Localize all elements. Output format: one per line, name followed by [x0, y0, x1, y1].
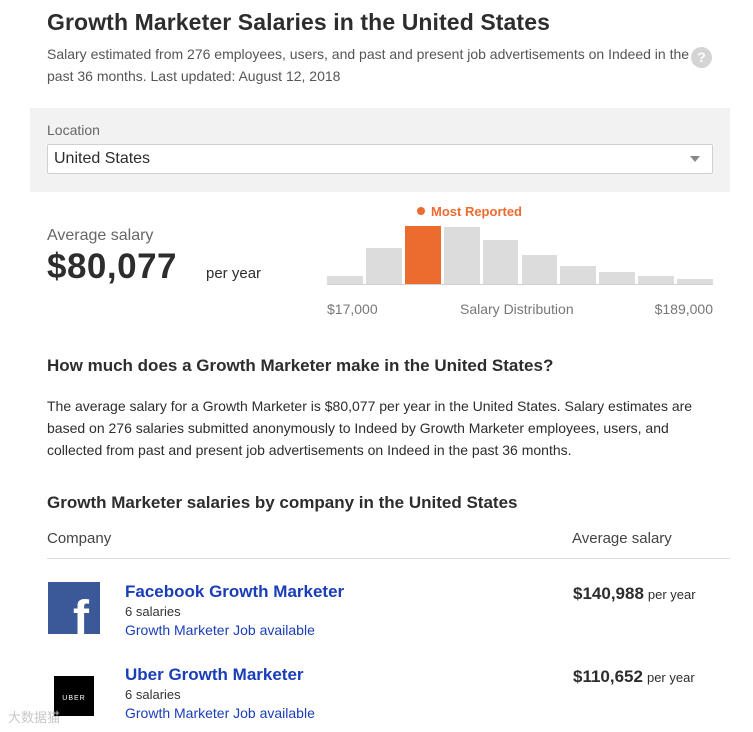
average-salary-unit: per year [206, 265, 262, 282]
histogram-bar [638, 276, 675, 284]
histogram-bar-most-reported [404, 226, 441, 284]
location-panel: Location United States [30, 108, 730, 192]
max-salary-label: $189,000 [654, 301, 713, 317]
company-jobs-link[interactable]: Growth Marketer Job available [125, 622, 315, 638]
explanation-heading: How much does a Growth Marketer make in … [47, 356, 554, 375]
most-reported-text: Most Reported [431, 204, 522, 219]
company-link-facebook[interactable]: Facebook Growth Marketer [125, 582, 344, 602]
location-value: United States [54, 150, 151, 167]
salary-page: Growth Marketer Salaries in the United S… [0, 0, 753, 732]
min-salary-label: $17,000 [327, 301, 378, 317]
explanation-body: The average salary for a Growth Marketer… [47, 398, 693, 458]
company-row-facebook: f Facebook Growth Marketer 6 salaries Gr… [47, 582, 730, 642]
company-salary-amount: $110,652 [573, 667, 643, 686]
most-reported-dot-icon [417, 207, 425, 215]
watermark: 大数据猫 [8, 710, 61, 725]
chevron-down-icon [690, 156, 700, 162]
histogram-bar [677, 279, 713, 284]
company-salary-count: 6 salaries [125, 687, 181, 702]
page-title: Growth Marketer Salaries in the United S… [47, 9, 550, 35]
company-average-salary: $110,652 per year [573, 667, 695, 687]
company-salary-amount: $140,988 [573, 584, 644, 603]
average-salary-label: Average salary [47, 227, 154, 244]
help-icon[interactable]: ? [691, 47, 712, 68]
company-row-uber: UBER Uber Growth Marketer 6 salaries Gro… [47, 665, 730, 725]
histogram-bar [482, 240, 519, 284]
histogram-bar [599, 272, 636, 284]
company-salary-unit: per year [647, 587, 696, 602]
histogram-bar [443, 227, 480, 284]
chart-baseline [327, 284, 713, 285]
svg-text:f: f [73, 592, 90, 634]
company-average-salary: $140,988 per year [573, 584, 696, 604]
distribution-axis-label: Salary Distribution [460, 301, 574, 317]
location-label: Location [47, 122, 100, 138]
location-select[interactable]: United States [47, 144, 713, 174]
table-divider [47, 558, 730, 559]
salary-column-header: Average salary [572, 530, 672, 547]
histogram-bar [560, 266, 597, 284]
company-column-header: Company [47, 530, 112, 547]
histogram-bar [365, 248, 402, 284]
company-link-uber[interactable]: Uber Growth Marketer [125, 665, 304, 685]
histogram-bar [327, 276, 363, 284]
page-subtitle: Salary estimated from 276 employees, use… [47, 46, 690, 84]
company-salary-unit: per year [646, 670, 695, 685]
salary-distribution-chart: Most Reported $17,000 Salary Distributio… [327, 200, 713, 330]
company-salary-count: 6 salaries [125, 604, 181, 619]
histogram-bar [521, 255, 558, 284]
company-section-heading: Growth Marketer salaries by company in t… [47, 493, 518, 512]
company-jobs-link[interactable]: Growth Marketer Job available [125, 705, 315, 721]
average-salary-amount: $80,077 [47, 247, 178, 286]
facebook-logo-icon[interactable]: f [48, 582, 100, 634]
most-reported-label: Most Reported [417, 204, 522, 219]
svg-text:UBER: UBER [62, 695, 85, 702]
